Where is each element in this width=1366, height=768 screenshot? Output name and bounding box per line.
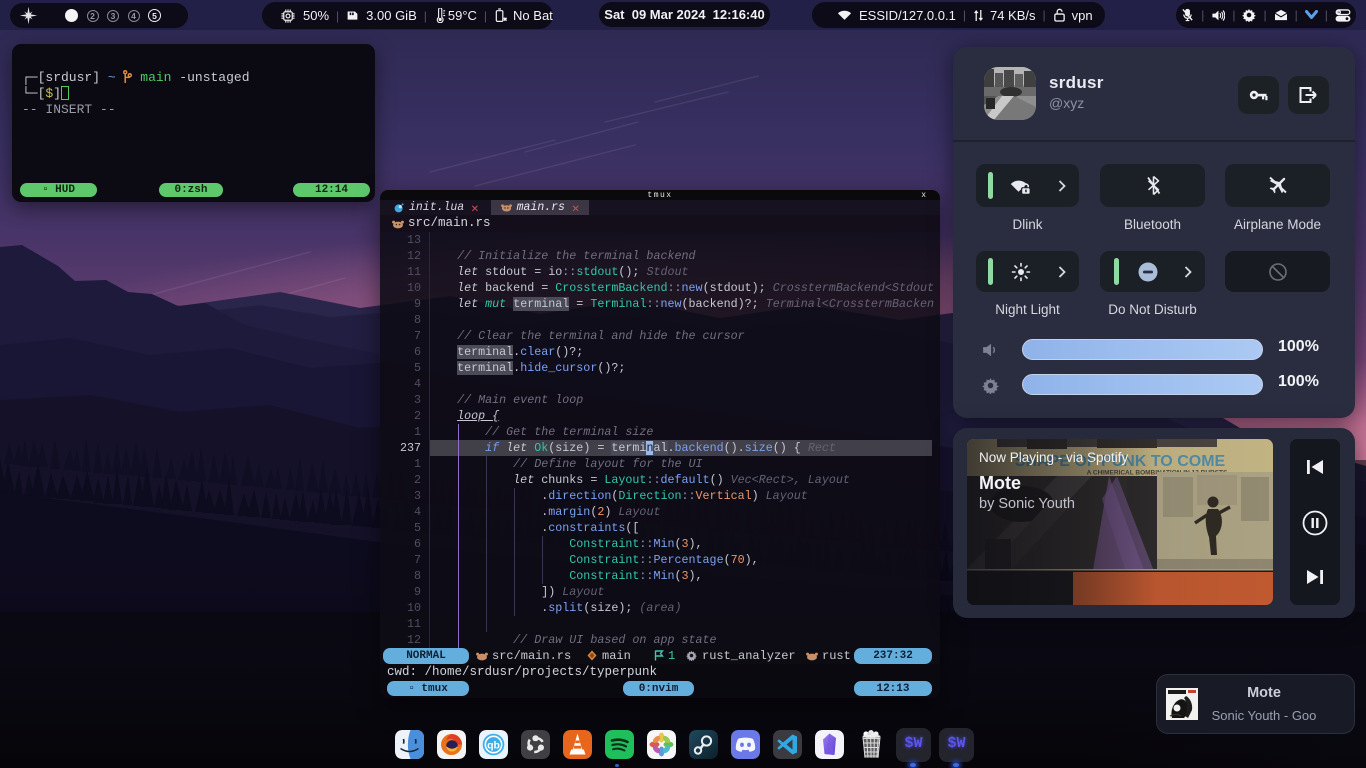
svg-text:qb: qb (487, 740, 500, 752)
